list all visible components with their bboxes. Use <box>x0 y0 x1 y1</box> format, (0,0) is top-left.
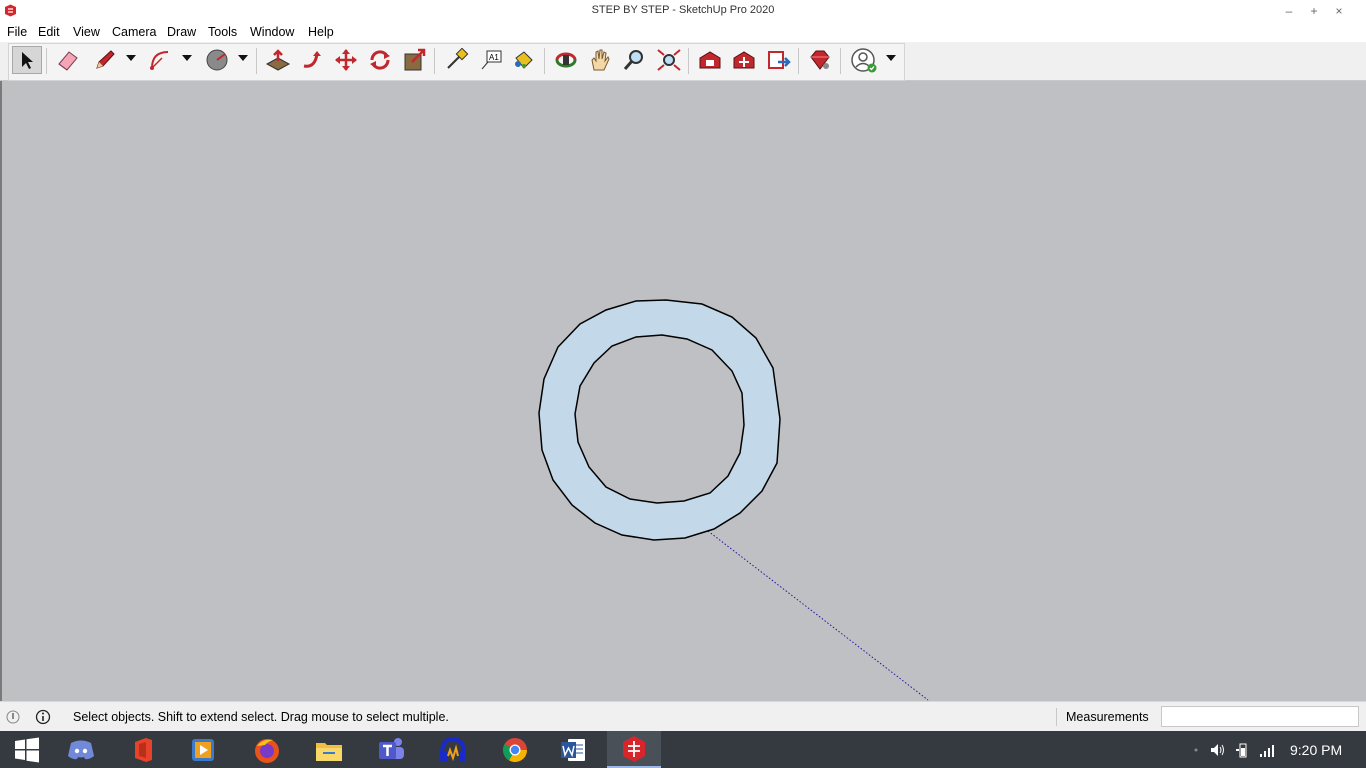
text-icon[interactable]: A1 <box>476 46 506 74</box>
battery-icon[interactable] <box>1235 742 1251 758</box>
menu-draw[interactable]: Draw <box>167 25 196 39</box>
menu-camera[interactable]: Camera <box>112 25 156 39</box>
media-player-icon[interactable] <box>176 731 230 768</box>
file-explorer-icon[interactable] <box>302 731 356 768</box>
follow-me-icon[interactable] <box>297 46 327 74</box>
minimize-icon[interactable]: – <box>1281 3 1297 19</box>
move-icon[interactable] <box>331 46 361 74</box>
orbit-icon[interactable] <box>551 46 581 74</box>
account-icon[interactable] <box>849 46 879 74</box>
arc-icon[interactable] <box>146 46 176 74</box>
status-divider <box>1056 708 1057 726</box>
menu-view[interactable]: View <box>73 25 100 39</box>
measurements-input[interactable] <box>1161 706 1359 727</box>
rotate-icon[interactable] <box>365 46 395 74</box>
model-viewport[interactable] <box>0 81 1366 701</box>
tray-overflow-icon[interactable] <box>1188 742 1204 758</box>
pencil-dropdown-icon[interactable] <box>126 53 136 63</box>
menu-tools[interactable]: Tools <box>208 25 237 39</box>
extension-manager-icon[interactable] <box>805 46 835 74</box>
svg-text:A1: A1 <box>489 53 499 62</box>
info-icon[interactable] <box>35 709 51 725</box>
menu-help[interactable]: Help <box>308 25 334 39</box>
chrome-icon[interactable] <box>488 731 542 768</box>
scale-icon[interactable] <box>400 46 430 74</box>
discord-icon[interactable] <box>54 731 108 768</box>
select-icon[interactable] <box>12 46 42 74</box>
sketchup-icon[interactable] <box>607 731 661 768</box>
circle-icon[interactable] <box>202 46 232 74</box>
teams-icon[interactable] <box>364 731 418 768</box>
headphones-app-icon[interactable] <box>426 731 480 768</box>
account-dropdown-icon[interactable] <box>886 53 896 63</box>
warehouse-icon[interactable] <box>695 46 725 74</box>
window-title: STEP BY STEP - SketchUp Pro 2020 <box>591 4 775 16</box>
menu-bar: File Edit View Camera Draw Tools Window … <box>0 22 1366 42</box>
close-icon[interactable]: × <box>1331 3 1347 19</box>
tape-measure-icon[interactable] <box>442 46 472 74</box>
toolbar: A1 <box>0 42 1366 81</box>
zoom-extents-icon[interactable] <box>654 46 684 74</box>
arc-dropdown-icon[interactable] <box>182 53 192 63</box>
send-to-layout-icon[interactable] <box>764 46 794 74</box>
menu-edit[interactable]: Edit <box>38 25 60 39</box>
title-bar: STEP BY STEP - SketchUp Pro 2020 – + × <box>0 0 1366 22</box>
eraser-icon[interactable] <box>53 46 83 74</box>
status-bar: Select objects. Shift to extend select. … <box>0 701 1366 732</box>
word-icon[interactable] <box>546 731 600 768</box>
taskbar-clock[interactable]: 9:20 PM <box>1290 742 1342 758</box>
blue-axis-line <box>707 530 929 701</box>
volume-icon[interactable] <box>1210 742 1226 758</box>
circle-dropdown-icon[interactable] <box>238 53 248 63</box>
network-icon[interactable] <box>1259 742 1275 758</box>
pencil-icon[interactable] <box>90 46 120 74</box>
push-pull-icon[interactable] <box>263 46 293 74</box>
zoom-icon[interactable] <box>619 46 649 74</box>
menu-file[interactable]: File <box>7 25 27 39</box>
geolocation-icon[interactable] <box>6 710 20 724</box>
ring-face[interactable] <box>538 299 781 541</box>
maximize-icon[interactable]: + <box>1306 3 1322 19</box>
paint-bucket-icon[interactable] <box>508 46 538 74</box>
extension-warehouse-icon[interactable] <box>729 46 759 74</box>
taskbar: 9:20 PM <box>0 731 1366 768</box>
status-message: Select objects. Shift to extend select. … <box>73 710 449 724</box>
windows-start-icon[interactable] <box>0 731 54 768</box>
firefox-icon[interactable] <box>240 731 294 768</box>
menu-window[interactable]: Window <box>250 25 294 39</box>
office-icon[interactable] <box>116 731 170 768</box>
measurements-label: Measurements <box>1066 710 1149 724</box>
pan-icon[interactable] <box>585 46 615 74</box>
